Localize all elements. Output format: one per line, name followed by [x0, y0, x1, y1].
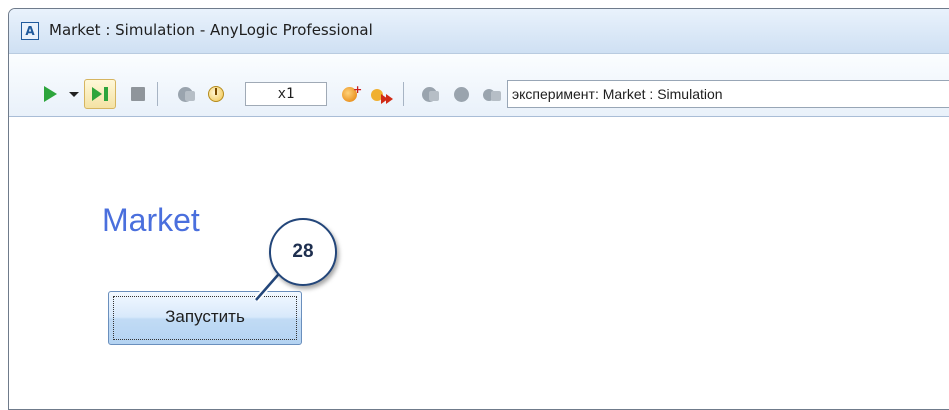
callout-leader-line	[253, 266, 287, 302]
callout-badge: 28	[269, 218, 337, 286]
